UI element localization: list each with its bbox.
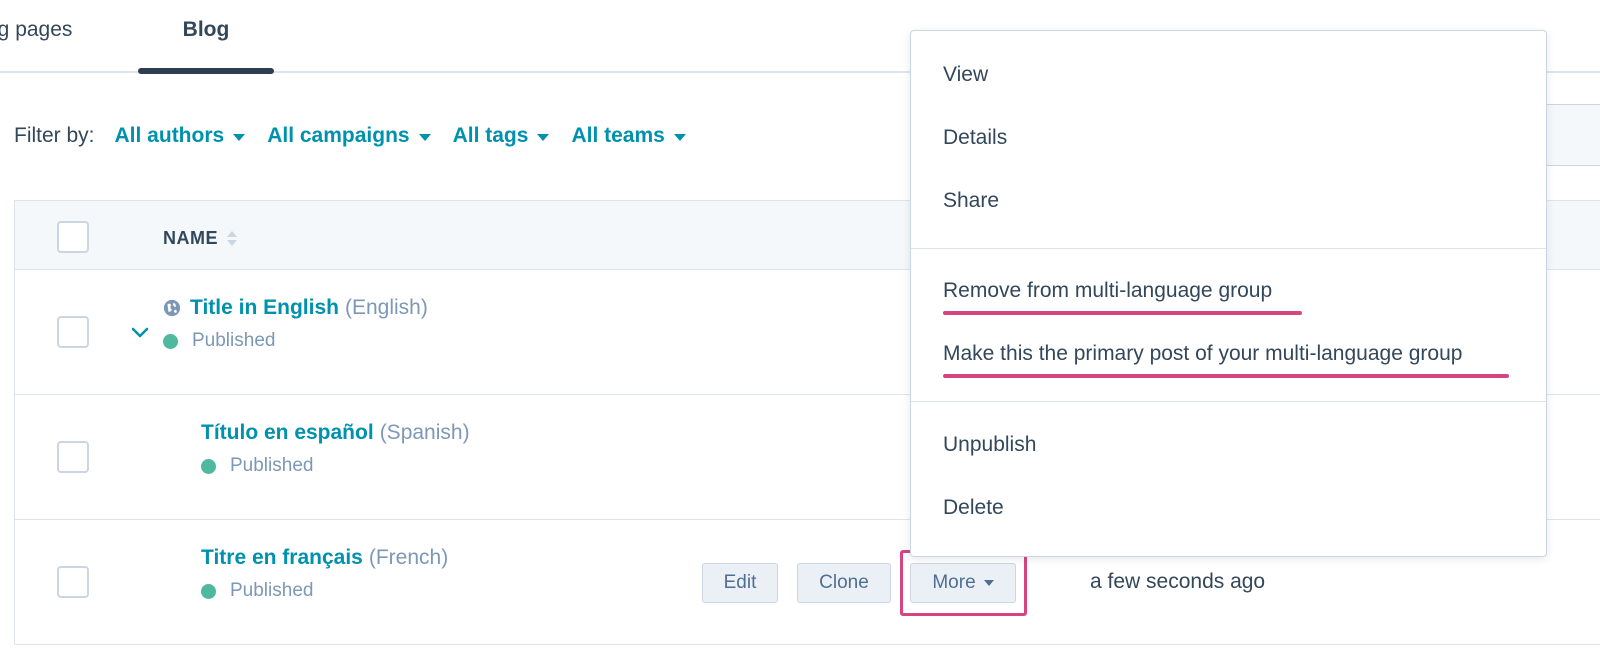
filter-campaigns-label: All campaigns	[267, 124, 410, 147]
select-all-checkbox[interactable]	[57, 221, 89, 253]
menu-divider	[911, 248, 1546, 249]
menu-item-make-primary[interactable]: Make this the primary post of your multi…	[943, 342, 1462, 366]
post-status: Published	[201, 455, 313, 477]
post-status: Published	[201, 580, 313, 602]
chevron-down-icon[interactable]	[131, 326, 149, 340]
caret-down-icon	[233, 133, 246, 141]
caret-down-icon	[418, 133, 431, 141]
tab-landing-pages[interactable]: ng pages	[0, 18, 72, 42]
row-checkbox[interactable]	[57, 441, 89, 473]
row-checkbox[interactable]	[57, 566, 89, 598]
post-title-link[interactable]: Title in English	[190, 296, 339, 320]
updated-time: a few seconds ago	[1090, 570, 1266, 593]
status-label: Published	[230, 580, 314, 601]
post-title-link[interactable]: Título en español	[201, 421, 374, 445]
sort-icon	[227, 231, 237, 246]
published-status-dot	[201, 458, 216, 474]
filter-label: Filter by:	[14, 124, 95, 147]
caret-down-icon	[673, 133, 686, 141]
name-column-header[interactable]: NAME	[163, 228, 237, 249]
filter-teams-label: All teams	[571, 124, 665, 147]
edit-button[interactable]: Edit	[702, 563, 778, 603]
filter-authors-label: All authors	[114, 124, 225, 147]
published-status-dot	[201, 583, 216, 599]
globe-icon	[163, 299, 181, 317]
post-title-link[interactable]: Titre en français	[201, 546, 363, 570]
name-header-label: NAME	[163, 228, 218, 248]
menu-item-remove-from-group[interactable]: Remove from multi-language group	[943, 279, 1272, 303]
menu-item-delete[interactable]: Delete	[943, 496, 1004, 520]
active-tab-indicator	[138, 68, 274, 74]
menu-item-unpublish[interactable]: Unpublish	[943, 433, 1036, 457]
menu-item-share[interactable]: Share	[943, 189, 999, 213]
filter-campaigns-dropdown[interactable]: All campaigns	[267, 124, 431, 148]
caret-down-icon	[537, 133, 550, 141]
filter-tags-label: All tags	[452, 124, 529, 147]
post-status: Published	[163, 330, 275, 352]
filter-tags-dropdown[interactable]: All tags	[453, 124, 550, 148]
post-title-line: Título en español (Spanish)	[201, 421, 470, 445]
filter-bar: Filter by: All authors All campaigns All…	[14, 121, 708, 151]
published-status-dot	[163, 333, 178, 349]
filter-teams-dropdown[interactable]: All teams	[571, 124, 686, 148]
post-title-line: Titre en français (French)	[201, 546, 448, 570]
annotation-underline	[943, 374, 1509, 378]
status-label: Published	[192, 330, 276, 351]
tab-blog[interactable]: Blog	[138, 18, 274, 42]
post-language: (Spanish)	[379, 421, 470, 444]
menu-item-view[interactable]: View	[943, 63, 988, 87]
post-language: (French)	[368, 546, 449, 569]
menu-item-details[interactable]: Details	[943, 126, 1007, 150]
row-checkbox[interactable]	[57, 316, 89, 348]
post-language: (English)	[344, 296, 428, 319]
post-title-line: Title in English (English)	[163, 296, 428, 320]
more-button-highlight	[900, 550, 1027, 616]
status-label: Published	[230, 455, 314, 476]
more-actions-menu: View Details Share Remove from multi-lan…	[910, 30, 1547, 557]
filter-authors-dropdown[interactable]: All authors	[115, 124, 246, 148]
annotation-underline	[943, 311, 1302, 315]
menu-divider	[911, 401, 1546, 402]
clone-button[interactable]: Clone	[797, 563, 891, 603]
